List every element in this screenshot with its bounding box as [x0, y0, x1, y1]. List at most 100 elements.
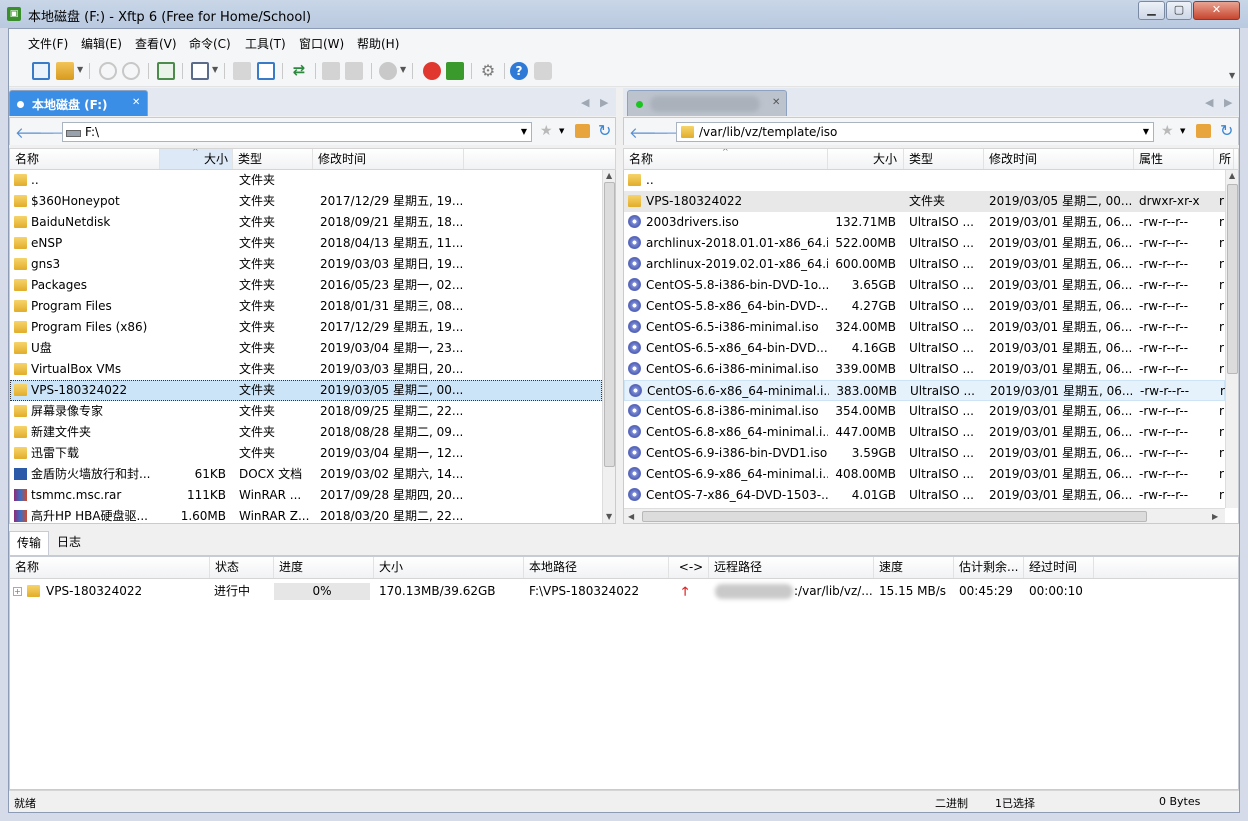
play-icon[interactable]	[191, 62, 209, 80]
menu-window[interactable]: 窗口(W)	[299, 35, 344, 52]
remote-horizontal-scrollbar[interactable]: ◀ ▶	[624, 508, 1225, 523]
scroll-down-icon[interactable]: ▼	[606, 512, 612, 521]
chevron-down-icon[interactable]: ▼	[77, 65, 83, 74]
header-type[interactable]: 类型	[904, 149, 984, 169]
menu-view[interactable]: 查看(V)	[135, 35, 177, 52]
new-tab-icon[interactable]	[157, 62, 175, 80]
header-remote-path[interactable]: 远程路径	[709, 557, 874, 578]
chat-icon[interactable]	[534, 62, 552, 80]
scroll-left-icon[interactable]: ◀	[628, 512, 634, 521]
local-path-input[interactable]: F:\ ▼	[62, 122, 532, 142]
header-name[interactable]: 名称	[10, 149, 160, 169]
file-row[interactable]: gns3 文件夹 2019/03/03 星期日, 19...	[10, 254, 602, 275]
xftp-icon[interactable]	[446, 62, 464, 80]
menu-edit[interactable]: 编辑(E)	[81, 35, 122, 52]
file-row[interactable]: CentOS-5.8-x86_64-bin-DVD-... 4.27GB Ultra…	[624, 296, 1225, 317]
refresh-icon[interactable]: ↻	[1220, 121, 1233, 140]
close-icon[interactable]: ✕	[772, 97, 780, 108]
header-size[interactable]: 大小	[828, 149, 904, 169]
file-row[interactable]: 高升HP HBA硬盘驱... 1.60MB WinRAR Z... 2018/03/2…	[10, 506, 602, 523]
sync-icon[interactable]: ⇄	[290, 62, 308, 80]
file-row[interactable]: tsmmc.msc.rar 111KB WinRAR ... 2017/09/28 星…	[10, 485, 602, 506]
properties-icon[interactable]	[322, 62, 340, 80]
maximize-button[interactable]: ▢	[1166, 1, 1192, 20]
xshell-icon[interactable]	[423, 62, 441, 80]
header-local-path[interactable]: 本地路径	[524, 557, 669, 578]
header-size[interactable]: 大小	[374, 557, 524, 578]
tab-scroll-left-icon[interactable]: ◀	[581, 96, 589, 109]
close-window-button[interactable]: ✕	[1193, 1, 1240, 20]
star-icon[interactable]: ★	[540, 123, 553, 139]
file-row[interactable]: 金盾防火墙放行和封... 61KB DOCX 文档 2019/03/02 星期六, 1…	[10, 464, 602, 485]
file-row[interactable]: $360Honeypot 文件夹 2017/12/29 星期五, 19...	[10, 191, 602, 212]
header-status[interactable]: 状态	[210, 557, 274, 578]
file-row[interactable]: U盘 文件夹 2019/03/04 星期一, 23...	[10, 338, 602, 359]
file-row[interactable]: CentOS-6.5-i386-minimal.iso 324.00MB Ultra…	[624, 317, 1225, 338]
file-row[interactable]: CentOS-5.8-i386-bin-DVD-1o... 3.65GB Ultra…	[624, 275, 1225, 296]
delete-icon[interactable]	[345, 62, 363, 80]
file-row[interactable]: CentOS-6.8-x86_64-minimal.i... 447.00MB Ul…	[624, 422, 1225, 443]
tab-local-disk[interactable]: 本地磁盘 (F:) ✕	[9, 90, 148, 116]
scroll-thumb[interactable]	[1227, 184, 1238, 374]
file-row[interactable]: CentOS-6.6-i386-minimal.iso 339.00MB Ultra…	[624, 359, 1225, 380]
chevron-down-icon[interactable]: ▼	[212, 65, 218, 74]
status-icon[interactable]	[379, 62, 397, 80]
file-row[interactable]: 迅雷下载 文件夹 2019/03/04 星期一, 12...	[10, 443, 602, 464]
tab-transfer[interactable]: 传输	[9, 531, 49, 555]
menu-help[interactable]: 帮助(H)	[357, 35, 399, 52]
header-modified[interactable]: 修改时间	[313, 149, 464, 169]
remote-vertical-scrollbar[interactable]: ▲	[1225, 170, 1238, 508]
scroll-thumb[interactable]	[604, 182, 615, 467]
copy-file-icon[interactable]	[233, 62, 251, 80]
file-row[interactable]: 2003drivers.iso 132.71MB UltraISO ... 2019/…	[624, 212, 1225, 233]
file-row[interactable]: VirtualBox VMs 文件夹 2019/03/03 星期日, 20...	[10, 359, 602, 380]
file-row[interactable]: ..	[624, 170, 1225, 191]
chevron-down-icon[interactable]: ▼	[1143, 123, 1149, 141]
file-row[interactable]: CentOS-6.5-x86_64-bin-DVD... 4.16GB UltraI…	[624, 338, 1225, 359]
connect-icon[interactable]	[99, 62, 117, 80]
local-vertical-scrollbar[interactable]: ▲ ▼	[602, 170, 615, 523]
file-row[interactable]: eNSP 文件夹 2018/04/13 星期五, 11...	[10, 233, 602, 254]
refresh-icon[interactable]: ↻	[598, 121, 611, 140]
scroll-up-icon[interactable]: ▲	[1229, 171, 1235, 180]
header-modified[interactable]: 修改时间	[984, 149, 1134, 169]
tab-scroll-right-icon[interactable]: ▶	[1224, 96, 1232, 109]
close-icon[interactable]: ✕	[132, 97, 140, 108]
file-row[interactable]: CentOS-6.8-i386-minimal.iso 354.00MB Ultra…	[624, 401, 1225, 422]
transfer-row[interactable]: + VPS-180324022 进行中 0% 170.13MB/39.62GB …	[10, 581, 1238, 602]
expand-icon[interactable]: +	[13, 587, 22, 596]
chevron-down-icon[interactable]: ▼	[1180, 127, 1185, 135]
remote-path-input[interactable]: /var/lib/vz/template/iso ▼	[676, 122, 1154, 142]
header-eta[interactable]: 估计剩余...	[954, 557, 1024, 578]
chevron-down-icon[interactable]: ▼	[521, 123, 527, 141]
star-icon[interactable]: ★	[1161, 123, 1174, 139]
header-speed[interactable]: 速度	[874, 557, 954, 578]
file-row[interactable]: Program Files 文件夹 2018/01/31 星期三, 08...	[10, 296, 602, 317]
file-row[interactable]: CentOS-7-x86_64-DVD-1503-... 4.01GB UltraI…	[624, 485, 1225, 506]
paste-file-icon[interactable]	[257, 62, 275, 80]
tab-log[interactable]: 日志	[49, 531, 89, 555]
minimize-button[interactable]: ▁	[1138, 1, 1165, 20]
menu-tools[interactable]: 工具(T)	[245, 35, 286, 52]
file-row[interactable]: CentOS-6.9-i386-bin-DVD1.iso 3.59GB UltraI…	[624, 443, 1225, 464]
home-folder-icon[interactable]	[575, 124, 590, 138]
menu-command[interactable]: 命令(C)	[189, 35, 231, 52]
settings-icon[interactable]: ⚙	[479, 62, 497, 80]
open-folder-icon[interactable]	[56, 62, 74, 80]
header-type[interactable]: 类型	[233, 149, 313, 169]
home-folder-icon[interactable]	[1196, 124, 1211, 138]
file-row[interactable]: Packages 文件夹 2016/05/23 星期一, 02...	[10, 275, 602, 296]
scroll-up-icon[interactable]: ▲	[606, 171, 612, 180]
tab-scroll-right-icon[interactable]: ▶	[600, 96, 608, 109]
file-row[interactable]: BaiduNetdisk 文件夹 2018/09/21 星期五, 18...	[10, 212, 602, 233]
disconnect-icon[interactable]	[122, 62, 140, 80]
file-row[interactable]: 屏幕录像专家 文件夹 2018/09/25 星期二, 22...	[10, 401, 602, 422]
file-row[interactable]: VPS-180324022 文件夹 2019/03/05 星期二, 00... drw…	[624, 191, 1225, 212]
header-elapsed[interactable]: 经过时间	[1024, 557, 1094, 578]
file-row[interactable]: CentOS-6.6-x86_64-minimal.i... 383.00MB Ul…	[624, 380, 1225, 401]
tab-remote-session[interactable]: ✕	[627, 90, 787, 116]
chevron-down-icon[interactable]: ▼	[400, 65, 406, 74]
scroll-right-icon[interactable]: ▶	[1212, 512, 1218, 521]
header-direction[interactable]: <->	[669, 557, 709, 578]
chevron-down-icon[interactable]: ▼	[1229, 71, 1235, 80]
